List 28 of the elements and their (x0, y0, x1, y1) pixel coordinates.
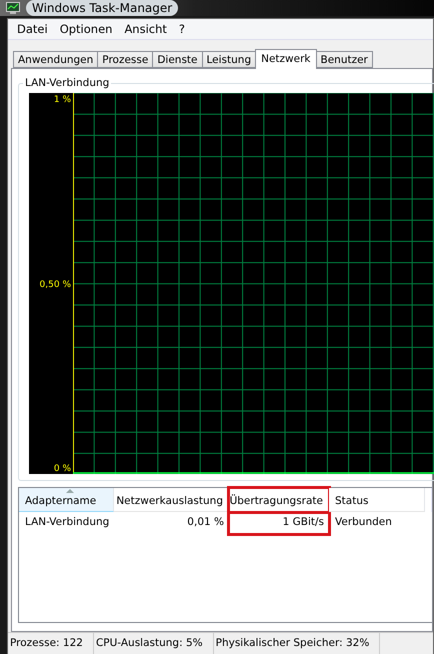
table-cell: 1 GBit/s (229, 512, 329, 534)
tab[interactable]: Dienste (152, 51, 202, 68)
axis-label: 0 % (54, 464, 71, 474)
sort-arrow-icon (66, 489, 74, 493)
monitor-icon (6, 2, 20, 14)
axis-label: 1 % (54, 95, 71, 105)
column-header[interactable]: Übertragungsrate (229, 488, 329, 512)
tab[interactable]: Netzwerk (255, 49, 316, 69)
status-text: Physikalischer Speicher: 32% (214, 633, 380, 654)
menu-item[interactable]: ? (174, 22, 190, 36)
menu-item[interactable]: Ansicht (119, 22, 172, 36)
group-title: LAN-Verbindung (24, 77, 110, 89)
table-cell-text: 0,01 % (186, 515, 225, 530)
axis-label: 0,50 % (40, 280, 71, 290)
table-cell-text: Verbunden (334, 515, 393, 530)
status-text: CPU-Auslastung: 5% (94, 633, 214, 654)
tab[interactable]: Prozesse (97, 51, 154, 68)
status-text: Prozesse: 122 (8, 633, 94, 654)
tab[interactable]: Leistung (202, 51, 256, 68)
column-header[interactable]: Adaptername (19, 488, 114, 512)
window-title: Windows Task-Manager (26, 0, 178, 16)
menu-item[interactable]: Optionen (54, 22, 118, 36)
table-cell-text: LAN-Verbindung (24, 515, 110, 530)
tab[interactable]: Benutzer (316, 51, 373, 68)
tab[interactable]: Anwendungen (13, 51, 98, 68)
menu-item[interactable]: Datei (12, 22, 53, 36)
column-header[interactable]: Netzwerkauslastung (114, 488, 229, 512)
column-header[interactable]: Status (329, 488, 425, 512)
